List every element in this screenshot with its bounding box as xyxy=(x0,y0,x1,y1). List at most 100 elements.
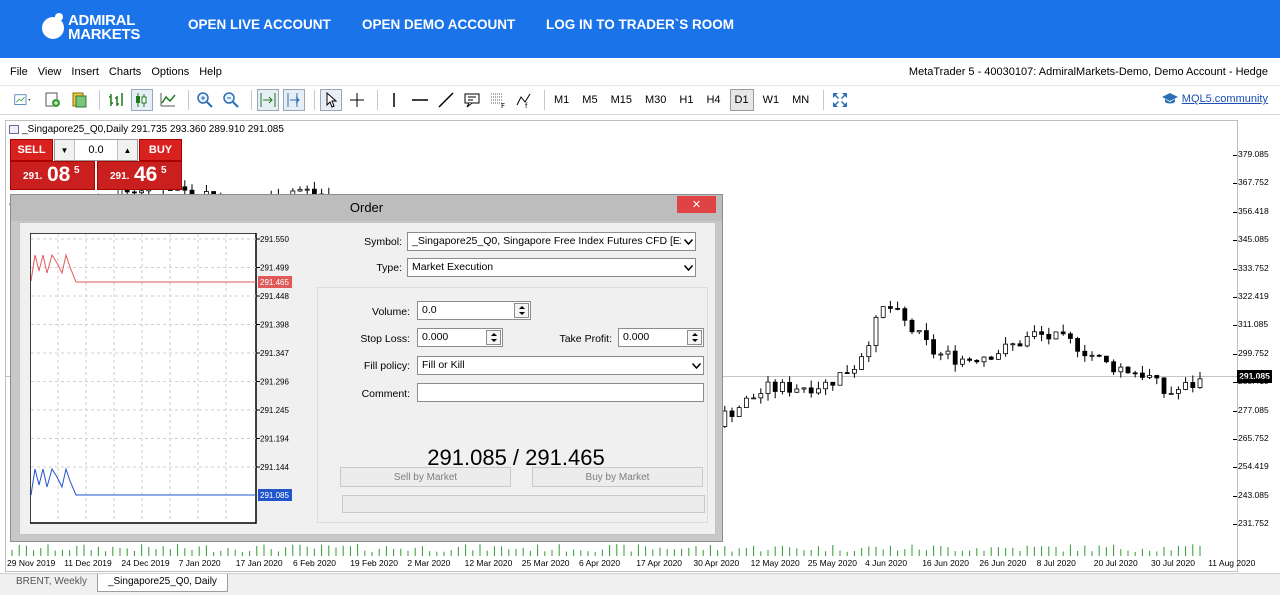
timeframe-w1[interactable]: W1 xyxy=(759,89,784,111)
tick-price-label: 291.499 xyxy=(260,264,289,273)
volume-decrease-icon[interactable]: ▼ xyxy=(55,140,75,160)
candle xyxy=(816,381,821,556)
menu-charts[interactable]: Charts xyxy=(104,66,146,78)
one-click-buy-button[interactable]: BUY xyxy=(139,139,182,161)
stop-loss-spinner-icon[interactable] xyxy=(486,330,501,345)
one-click-sell-button[interactable]: SELL xyxy=(10,139,53,161)
candle xyxy=(1168,386,1174,556)
date-scale-label: 12 May 2020 xyxy=(750,558,800,568)
candle xyxy=(801,387,807,556)
candle xyxy=(945,345,951,556)
candle xyxy=(751,393,756,556)
svg-text:f: f xyxy=(525,102,528,109)
date-scale-label: 29 Nov 2019 xyxy=(7,558,56,568)
buy-by-market-button[interactable]: Buy by Market xyxy=(532,467,703,487)
price-scale-label: 265.752 xyxy=(1233,433,1269,443)
fibonacci-icon[interactable]: F xyxy=(487,89,509,111)
volume-input[interactable]: 0.0 xyxy=(417,301,531,320)
order-dialog-title[interactable]: Order xyxy=(11,195,722,221)
candle xyxy=(794,384,800,556)
volume-spinner-icon[interactable] xyxy=(514,303,529,318)
close-icon[interactable]: ✕ xyxy=(677,196,716,213)
menu-view[interactable]: View xyxy=(33,66,67,78)
one-click-volume-input[interactable]: 0.0 xyxy=(75,144,117,156)
cursor-icon[interactable] xyxy=(320,89,342,111)
vertical-line-icon[interactable] xyxy=(383,89,405,111)
one-click-sell-price[interactable]: 291. 08 5 xyxy=(10,161,95,190)
date-scale-label: 24 Dec 2019 xyxy=(121,558,170,568)
text-label-icon[interactable] xyxy=(461,89,483,111)
sell-by-market-button[interactable]: Sell by Market xyxy=(340,467,511,487)
timeframe-m15[interactable]: M15 xyxy=(607,89,636,111)
candle xyxy=(1010,342,1016,556)
price-scale-label: 231.752 xyxy=(1233,518,1269,529)
bar-chart-icon[interactable] xyxy=(105,89,127,111)
comment-input[interactable] xyxy=(417,383,704,402)
candle xyxy=(924,323,929,556)
candle xyxy=(729,407,735,556)
timeframe-h4[interactable]: H4 xyxy=(702,89,724,111)
date-scale-label: 2 Mar 2020 xyxy=(407,558,451,568)
date-scale-label: 26 Jun 2020 xyxy=(979,558,1027,568)
date-scale-label: 17 Jan 2020 xyxy=(235,558,283,568)
timeframe-m5[interactable]: M5 xyxy=(578,89,601,111)
indicators-icon[interactable]: f xyxy=(513,89,535,111)
take-profit-spinner-icon[interactable] xyxy=(687,330,702,345)
candle xyxy=(931,334,936,556)
candlestick-icon[interactable] xyxy=(131,89,153,111)
date-scale-label: 4 Jun 2020 xyxy=(865,558,908,568)
trendline-icon[interactable] xyxy=(435,89,457,111)
candle xyxy=(780,379,785,556)
date-scale-label: 30 Jul 2020 xyxy=(1151,558,1195,568)
tick-price-label: 291.347 xyxy=(260,349,289,358)
candle xyxy=(1096,354,1102,556)
market-watch-icon[interactable] xyxy=(68,89,90,111)
date-scale-label: 6 Apr 2020 xyxy=(579,558,621,568)
auto-scroll-icon[interactable] xyxy=(257,89,279,111)
timeframe-mn[interactable]: MN xyxy=(788,89,813,111)
price-scale-label: 299.752 xyxy=(1233,347,1269,358)
menu-options[interactable]: Options xyxy=(146,66,194,78)
chart-shift-icon[interactable] xyxy=(283,89,305,111)
crosshair-icon[interactable] xyxy=(346,89,368,111)
volume-increase-icon[interactable]: ▲ xyxy=(117,140,137,160)
one-click-buy-price[interactable]: 291. 46 5 xyxy=(97,161,182,190)
admiral-markets-logo[interactable]: ADMIRAL MARKETS xyxy=(42,10,152,46)
take-profit-input[interactable]: 0.000 xyxy=(618,328,704,347)
menu-help[interactable]: Help xyxy=(194,66,227,78)
type-label: Type: xyxy=(376,262,402,274)
order-dialog-body: 291.550 291.499 291.448 291.398 291.347 291.2… xyxy=(19,222,716,535)
horizontal-line-icon[interactable] xyxy=(409,89,431,111)
fullscreen-icon[interactable] xyxy=(829,89,851,111)
timeframe-m1[interactable]: M1 xyxy=(550,89,573,111)
symbol-select[interactable]: _Singapore25_Q0, Singapore Free Index Fu… xyxy=(407,232,696,251)
tab-brent-weekly[interactable]: BRENT, Weekly xyxy=(6,574,97,592)
timeframe-h1[interactable]: H1 xyxy=(675,89,697,111)
open-demo-account-link[interactable]: OPEN DEMO ACCOUNT xyxy=(362,17,515,32)
zoom-out-icon[interactable] xyxy=(220,89,242,111)
traders-room-login-link[interactable]: LOG IN TO TRADER`S ROOM xyxy=(546,17,734,32)
zoom-in-icon[interactable] xyxy=(194,89,216,111)
line-chart-icon[interactable] xyxy=(157,89,179,111)
candle xyxy=(744,395,749,556)
fill-policy-select[interactable]: Fill or Kill xyxy=(417,356,704,375)
menu-file[interactable]: File xyxy=(0,66,33,78)
date-scale: 29 Nov 2019 11 Dec 2019 24 Dec 2019 7 Jan 2… xyxy=(5,557,1255,571)
menu-insert[interactable]: Insert xyxy=(66,66,104,78)
mql5-link-label: MQL5.community xyxy=(1181,93,1268,105)
tick-price-label: 291.245 xyxy=(260,406,289,415)
type-select[interactable]: Market Execution xyxy=(407,258,696,277)
price-scale-label: 277.085 xyxy=(1233,404,1269,415)
mql5-community-link[interactable]: MQL5.community xyxy=(1161,93,1268,105)
svg-text:F: F xyxy=(501,102,505,109)
candle xyxy=(1197,371,1203,556)
new-chart-icon[interactable] xyxy=(8,89,38,111)
tab-singapore25-daily[interactable]: _Singapore25_Q0, Daily xyxy=(96,574,228,592)
candle xyxy=(1190,375,1196,556)
profiles-icon[interactable] xyxy=(42,89,64,111)
candle xyxy=(909,318,915,556)
open-live-account-link[interactable]: OPEN LIVE ACCOUNT xyxy=(188,17,331,32)
timeframe-d1[interactable]: D1 xyxy=(729,89,754,111)
stop-loss-input[interactable]: 0.000 xyxy=(417,328,503,347)
timeframe-m30[interactable]: M30 xyxy=(641,89,670,111)
